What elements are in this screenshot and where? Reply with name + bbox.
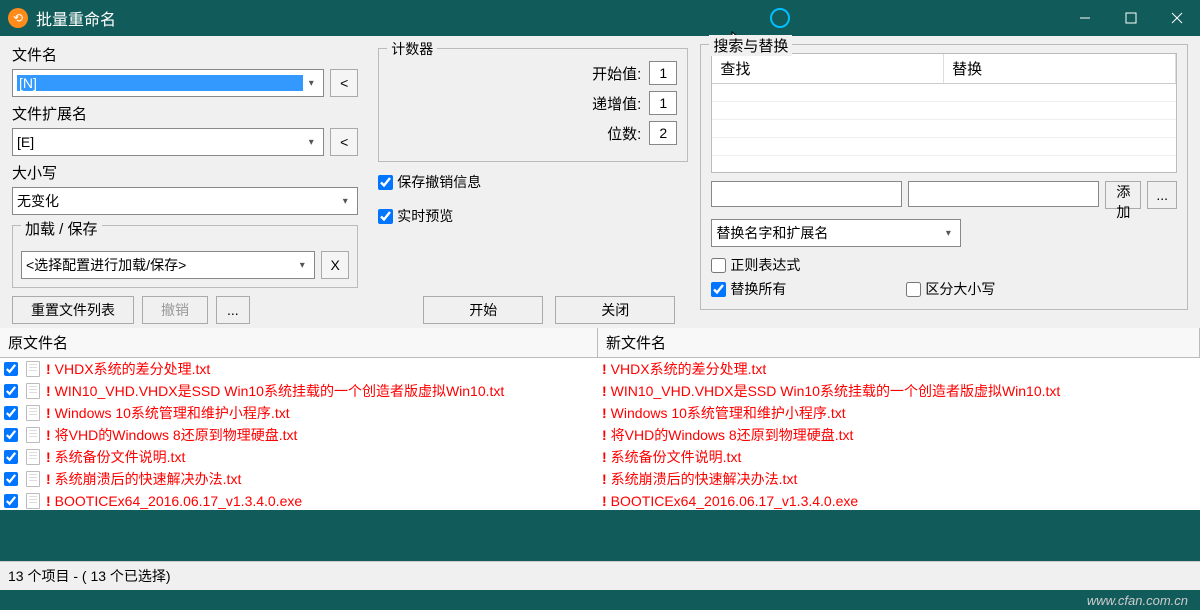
- file-icon: [22, 383, 44, 399]
- window-title: 批量重命名: [36, 6, 116, 30]
- case-combo[interactable]: 无变化▾: [12, 187, 358, 215]
- loadsave-x-button[interactable]: X: [321, 251, 349, 279]
- sr-replaceall-checkbox[interactable]: 替换所有: [711, 279, 786, 299]
- file-row[interactable]: !Windows 10系统管理和维护小程序.txt!Windows 10系统管理…: [0, 402, 1200, 424]
- file-icon: [22, 361, 44, 377]
- status-bar: 13 个项目 - ( 13 个已选择): [0, 561, 1200, 590]
- counter-step-label: 递增值:: [592, 93, 641, 114]
- maximize-button[interactable]: [1108, 0, 1154, 36]
- filename-combo[interactable]: [N]▾: [12, 69, 324, 97]
- cortana-icon: [770, 8, 790, 28]
- chevron-down-icon: ▾: [303, 137, 319, 148]
- file-icon: [22, 449, 44, 465]
- sr-find-input[interactable]: [711, 181, 902, 207]
- close-dialog-button[interactable]: 关闭: [555, 296, 675, 324]
- file-row-checkbox[interactable]: [4, 428, 18, 442]
- sr-replace-header: 替换: [944, 54, 1176, 83]
- close-button[interactable]: [1154, 0, 1200, 36]
- undo-button[interactable]: 撤销: [142, 296, 208, 324]
- search-replace-group: 搜索与替换 查找 替换 添加 ... 替换名字和扩展名▾: [700, 44, 1188, 310]
- file-row-checkbox[interactable]: [4, 494, 18, 508]
- titlebar: ⟲ 批量重命名: [0, 0, 1200, 36]
- counter-digits-input[interactable]: [649, 121, 677, 145]
- realtime-preview-checkbox[interactable]: 实时预览: [378, 206, 688, 226]
- minimize-button[interactable]: [1062, 0, 1108, 36]
- filename-clear-button[interactable]: <: [330, 69, 358, 97]
- chevron-down-icon: ▾: [303, 78, 319, 89]
- sr-replace-input[interactable]: [908, 181, 1099, 207]
- sr-find-header: 查找: [712, 54, 944, 83]
- start-button[interactable]: 开始: [423, 296, 543, 324]
- file-row-checkbox[interactable]: [4, 362, 18, 376]
- loadsave-group: 加载 / 保存 <选择配置进行加载/保存>▾ X: [12, 225, 358, 288]
- file-row[interactable]: !系统备份文件说明.txt!系统备份文件说明.txt: [0, 446, 1200, 468]
- file-row-checkbox[interactable]: [4, 472, 18, 486]
- file-row[interactable]: !将VHD的Windows 8还原到物理硬盘.txt!将VHD的Windows …: [0, 424, 1200, 446]
- more-button[interactable]: ...: [216, 296, 250, 324]
- main-panel: 文件名 [N]▾ < 文件扩展名 [E]▾ < 大小写 无变化▾ 加载 / 保存…: [0, 36, 1200, 328]
- chevron-down-icon: ▾: [337, 196, 353, 207]
- counter-legend: 计数器: [387, 39, 437, 59]
- sr-regex-checkbox[interactable]: 正则表达式: [711, 255, 800, 275]
- file-row-checkbox[interactable]: [4, 450, 18, 464]
- file-row[interactable]: !VHDX系统的差分处理.txt!VHDX系统的差分处理.txt: [0, 358, 1200, 380]
- col-orig-header: 原文件名: [0, 328, 598, 357]
- ext-label: 文件扩展名: [12, 103, 358, 124]
- sr-casesens-checkbox[interactable]: 区分大小写: [906, 279, 995, 299]
- counter-start-input[interactable]: [649, 61, 677, 85]
- file-row[interactable]: !BOOTICEx64_2016.06.17_v1.3.4.0.exe!BOOT…: [0, 490, 1200, 510]
- reset-list-button[interactable]: 重置文件列表: [12, 296, 134, 324]
- chevron-down-icon: ▾: [940, 228, 956, 239]
- filelist-header: 原文件名 新文件名: [0, 328, 1200, 358]
- file-row[interactable]: !WIN10_VHD.VHDX是SSD Win10系统挂载的一个创造者版虚拟Wi…: [0, 380, 1200, 402]
- file-icon: [22, 471, 44, 487]
- file-row-checkbox[interactable]: [4, 384, 18, 398]
- sr-more-button[interactable]: ...: [1147, 181, 1177, 209]
- col-new-header: 新文件名: [598, 328, 1200, 357]
- file-icon: [22, 493, 44, 509]
- chevron-down-icon: ▾: [294, 260, 310, 271]
- sr-scope-combo[interactable]: 替换名字和扩展名▾: [711, 219, 961, 247]
- ext-clear-button[interactable]: <: [330, 128, 358, 156]
- watermark: www.cfan.com.cn: [1087, 593, 1188, 608]
- counter-group: 计数器 开始值: 递增值: 位数:: [378, 48, 688, 162]
- sr-table: 查找 替换: [711, 53, 1177, 173]
- counter-start-label: 开始值:: [592, 63, 641, 84]
- file-row-checkbox[interactable]: [4, 406, 18, 420]
- file-row[interactable]: !系统崩溃后的快速解决办法.txt!系统崩溃后的快速解决办法.txt: [0, 468, 1200, 490]
- sr-add-button[interactable]: 添加: [1105, 181, 1141, 209]
- loadsave-combo[interactable]: <选择配置进行加载/保存>▾: [21, 251, 315, 279]
- counter-digits-label: 位数:: [607, 123, 641, 144]
- ext-combo[interactable]: [E]▾: [12, 128, 324, 156]
- counter-step-input[interactable]: [649, 91, 677, 115]
- file-icon: [22, 405, 44, 421]
- case-label: 大小写: [12, 162, 358, 183]
- save-undo-checkbox[interactable]: 保存撤销信息: [378, 172, 688, 192]
- sr-legend: 搜索与替换: [709, 35, 792, 56]
- app-logo-icon: ⟲: [8, 8, 28, 28]
- loadsave-legend: 加载 / 保存: [21, 218, 102, 239]
- filename-label: 文件名: [12, 44, 358, 65]
- file-icon: [22, 427, 44, 443]
- file-list[interactable]: !VHDX系统的差分处理.txt!VHDX系统的差分处理.txt!WIN10_V…: [0, 358, 1200, 510]
